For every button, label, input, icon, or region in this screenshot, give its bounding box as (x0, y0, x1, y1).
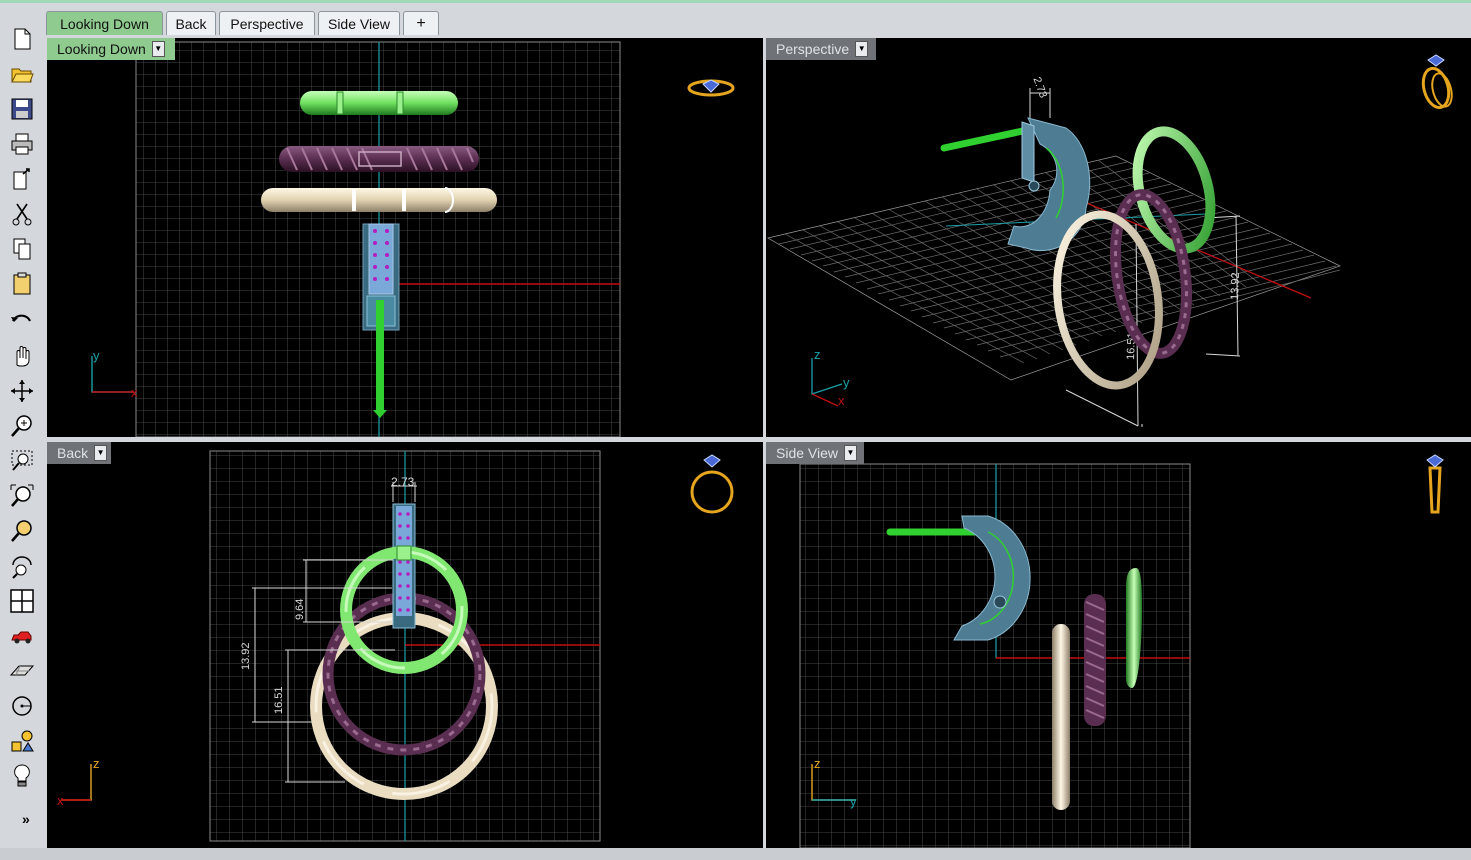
axis-x-label: x (838, 393, 845, 408)
toolbar-more-button[interactable]: » (22, 811, 30, 827)
four-viewports-button[interactable] (7, 586, 37, 616)
light-button[interactable] (7, 761, 37, 791)
circle-button[interactable] (7, 691, 37, 721)
paste-icon (13, 272, 31, 295)
looking-down-scene: y x (91, 41, 735, 437)
rotate-view-button[interactable] (7, 376, 37, 406)
export-icon (13, 168, 30, 190)
side-view-scene: z y (799, 454, 1444, 848)
undo-button[interactable] (7, 306, 37, 336)
viewport-label-side-view[interactable]: Side View ▼ (766, 442, 864, 464)
tab-looking-down[interactable]: Looking Down (46, 11, 163, 35)
viewport-splitter-vertical[interactable] (763, 38, 766, 848)
dim-label-b: 13.92 (1229, 272, 1242, 300)
zoom-extents-icon (10, 484, 34, 507)
axis-y-label: y (850, 794, 857, 809)
axis-z-label: z (814, 347, 821, 362)
copy-button[interactable] (7, 234, 37, 264)
pan-button[interactable] (7, 341, 37, 371)
viewport-perspective[interactable]: 2.73 16.51 13.92 z y x Perspective ▼ (766, 38, 1471, 437)
ring-orientation-icon (1426, 454, 1444, 514)
lightbulb-icon (14, 764, 30, 787)
viewport-back[interactable]: 2.73 9.64 13.92 16.51 z x Back ▼ (47, 442, 763, 848)
ring-orientation-icon (690, 454, 734, 514)
axis-x-label: x (57, 793, 64, 808)
dim-label-3: 16.51 (273, 686, 285, 714)
save-button[interactable] (7, 94, 37, 124)
zoom-selected-button[interactable] (7, 516, 37, 546)
paste-button[interactable] (7, 269, 37, 299)
cut-button[interactable] (7, 199, 37, 229)
new-file-icon (14, 28, 31, 50)
export-button[interactable] (7, 164, 37, 194)
zoom-in-button[interactable] (7, 411, 37, 441)
ring-orientation-icon (687, 79, 735, 97)
viewport-label-perspective[interactable]: Perspective ▼ (766, 38, 876, 60)
left-toolbar: » (0, 14, 44, 844)
viewport-title: Perspective (776, 41, 850, 57)
axis-x-label: x (131, 385, 138, 400)
viewport-tab-bar: Looking Down Back Perspective Side View … (42, 8, 1471, 36)
tab-perspective[interactable]: Perspective (219, 11, 315, 35)
axis-y-label: y (93, 348, 100, 363)
save-icon (11, 98, 33, 120)
viewport-label-back[interactable]: Back ▼ (47, 442, 111, 464)
copy-icon (13, 238, 31, 260)
rotate-camera-button[interactable] (7, 551, 37, 581)
open-button[interactable] (7, 59, 37, 89)
zoom-window-button[interactable] (7, 446, 37, 476)
viewport-title: Back (57, 445, 89, 461)
back-scene: 2.73 9.64 13.92 16.51 z x (57, 450, 734, 842)
tab-back[interactable]: Back (166, 11, 216, 35)
viewport-label-looking-down[interactable]: Looking Down ▼ (47, 38, 175, 60)
tab-side-view[interactable]: Side View (318, 11, 400, 35)
dim-label-a: 2.73 (1030, 75, 1049, 99)
axis-y-label: y (843, 375, 850, 390)
viewport-title: Side View (776, 445, 839, 461)
add-tab-button[interactable]: + (403, 11, 439, 35)
ring-orientation-icon (1421, 54, 1453, 110)
dim-label-2: 13.92 (240, 642, 252, 670)
viewport-title: Looking Down (57, 41, 146, 57)
plus-icon: + (416, 15, 426, 32)
plane-button[interactable] (7, 656, 37, 686)
chevron-down-icon[interactable]: ▼ (855, 41, 869, 57)
circle-icon (12, 696, 32, 716)
shapes-button[interactable] (7, 726, 37, 756)
zoom-in-icon (11, 415, 32, 437)
viewport-side-view[interactable]: z y Side View ▼ (766, 442, 1471, 848)
zoom-selected-icon (11, 520, 32, 542)
car-render-icon (11, 631, 32, 644)
rotate-view-icon (11, 380, 33, 402)
rotate-camera-icon (12, 556, 32, 579)
shapes-icon (11, 730, 34, 752)
new-file-button[interactable] (7, 24, 37, 54)
print-icon (11, 133, 33, 155)
perspective-scene: 2.73 16.51 13.92 z y x (767, 54, 1453, 427)
viewport-splitter-horizontal[interactable] (47, 437, 1471, 442)
cut-icon (12, 203, 32, 226)
plane-icon (9, 665, 35, 676)
open-folder-icon (11, 68, 34, 83)
print-button[interactable] (7, 129, 37, 159)
viewport-looking-down[interactable]: y x Looking Down ▼ (47, 38, 763, 437)
pan-hand-icon (16, 346, 30, 367)
status-bar (0, 848, 1471, 860)
chevron-down-icon[interactable]: ▼ (844, 445, 858, 461)
undo-icon (11, 314, 31, 322)
four-viewports-icon (10, 589, 34, 613)
render-button[interactable] (7, 621, 37, 651)
dim-label-1: 9.64 (294, 599, 306, 620)
axis-z-label: z (814, 756, 821, 771)
zoom-extents-button[interactable] (7, 481, 37, 511)
zoom-window-icon (11, 450, 33, 471)
dim-label-top: 2.73 (391, 475, 415, 489)
axis-z-label: z (93, 756, 100, 771)
window-top-border (0, 0, 1471, 3)
chevron-down-icon[interactable]: ▼ (151, 41, 165, 57)
chevron-down-icon[interactable]: ▼ (94, 445, 108, 461)
